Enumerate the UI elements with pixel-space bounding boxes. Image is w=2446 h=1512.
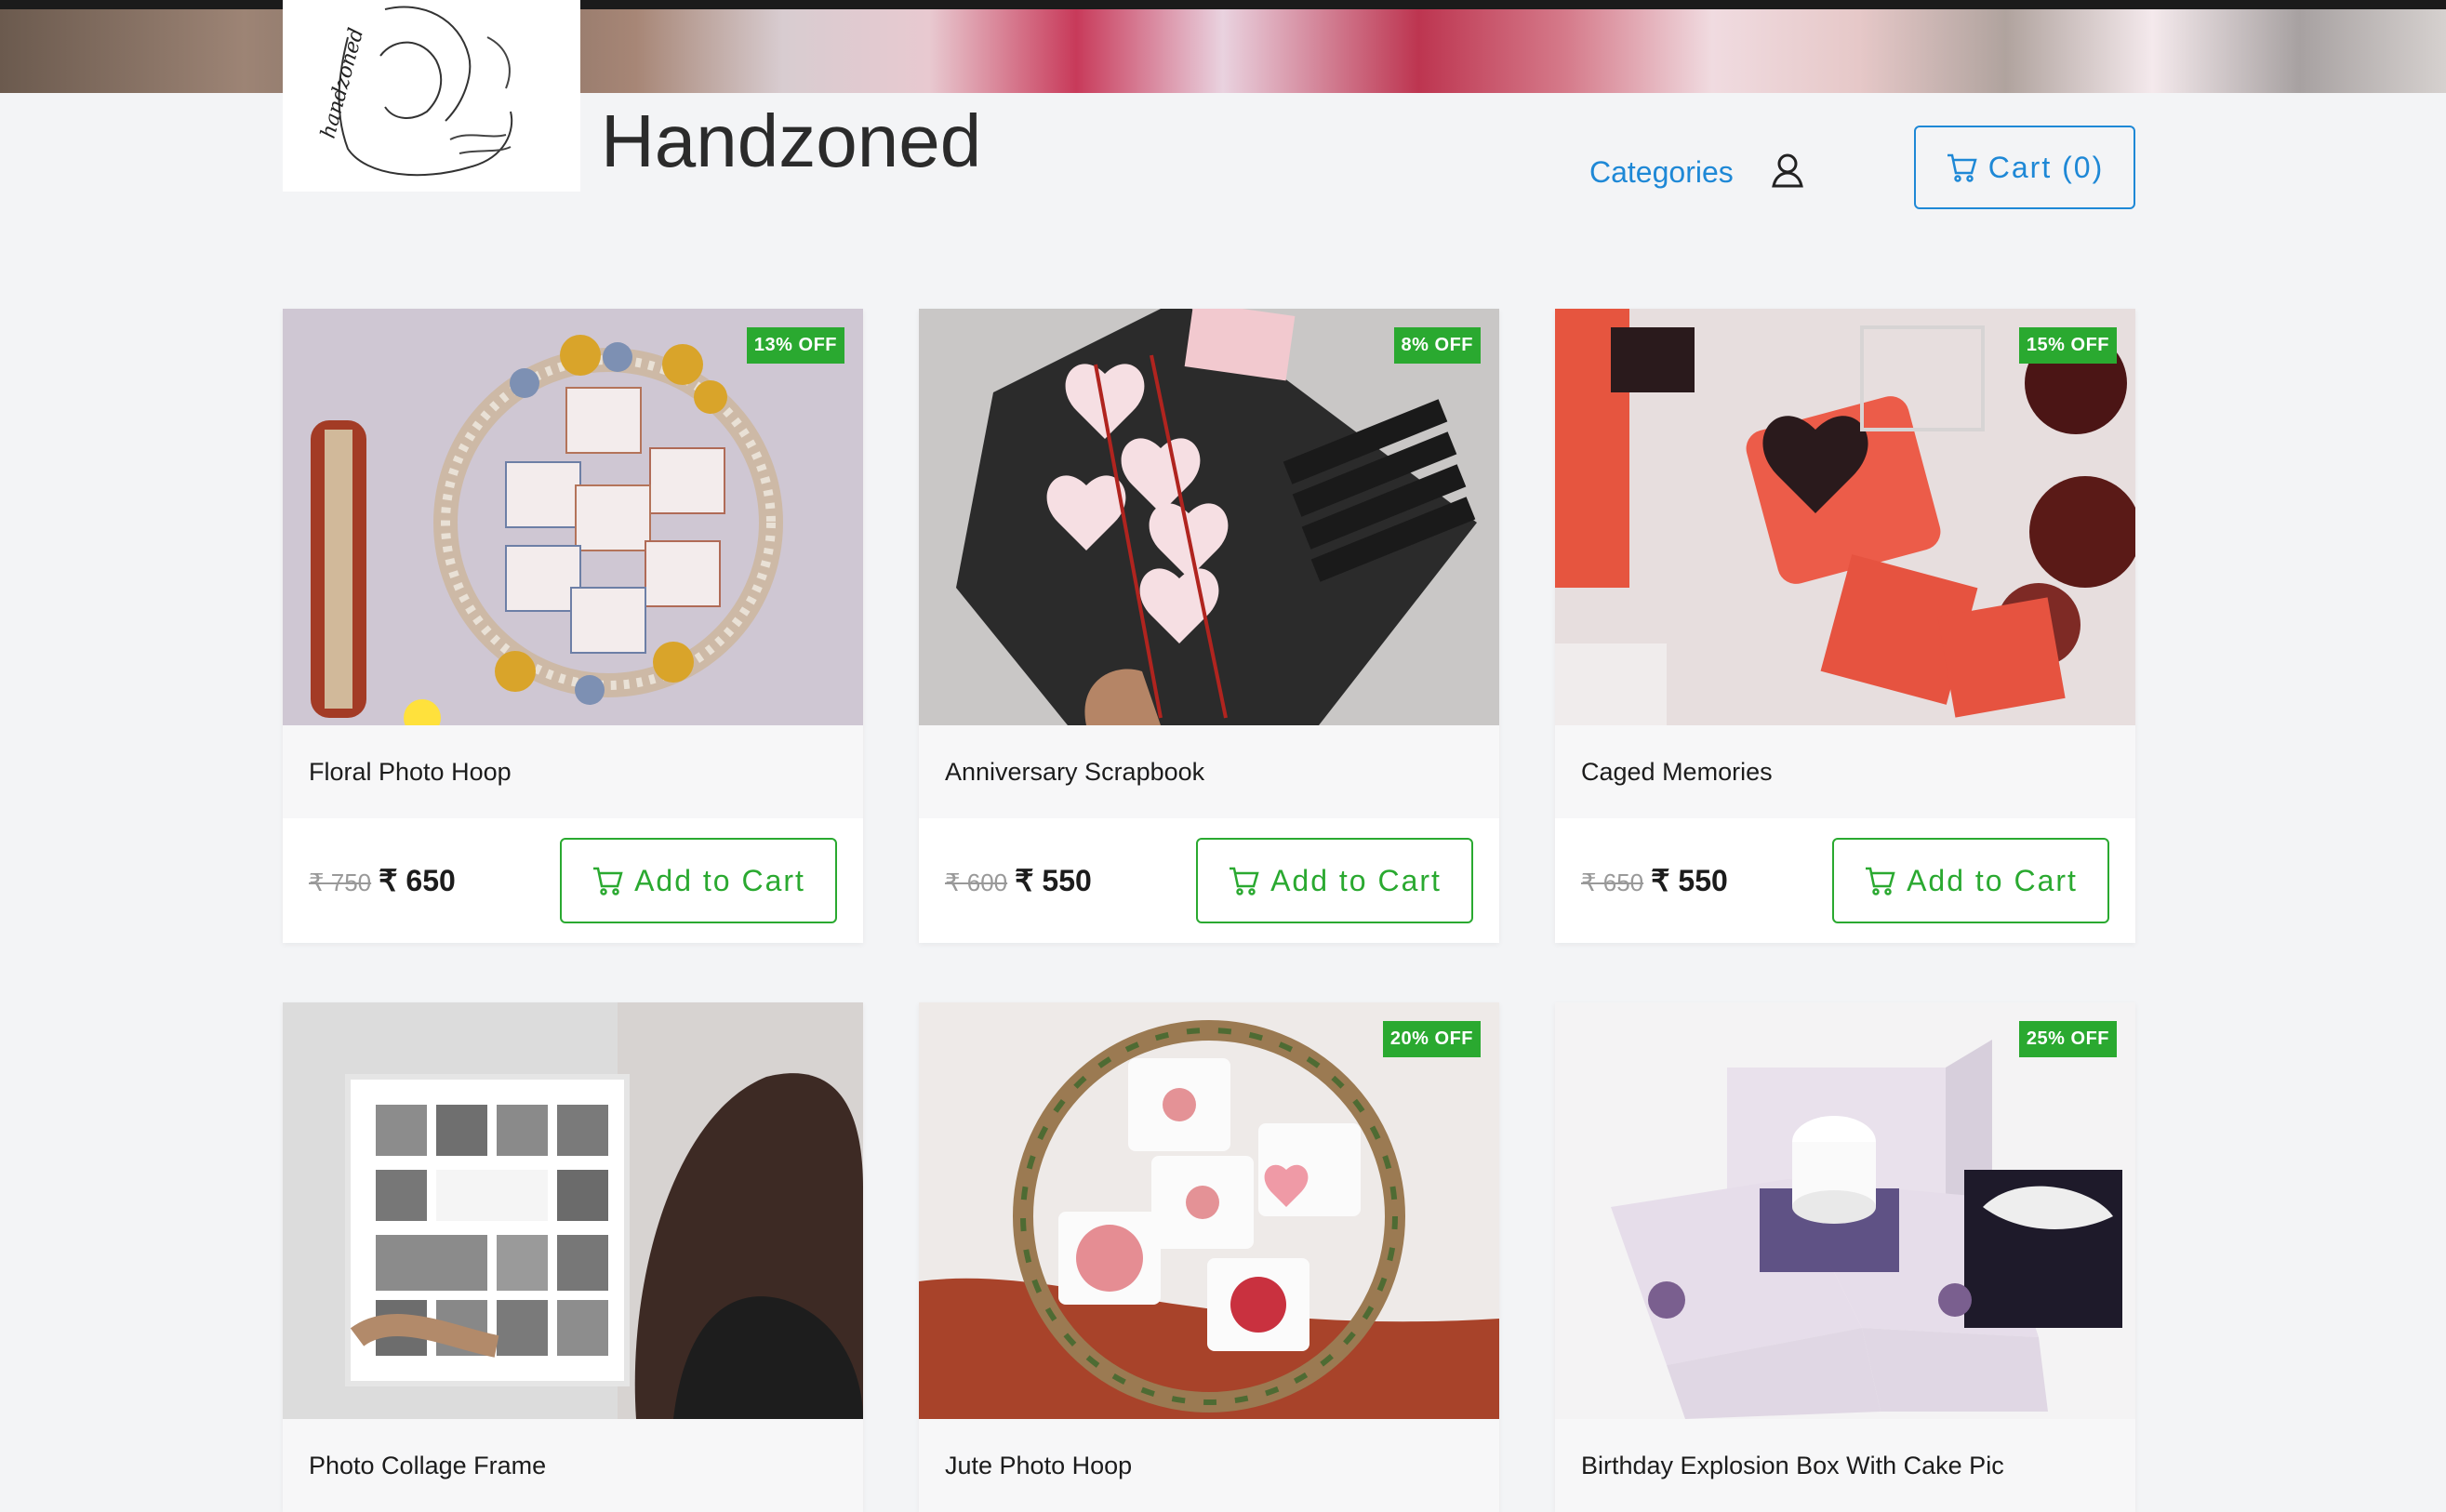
sale-price: ₹ 650 [379, 864, 456, 897]
add-to-cart-label: Add to Cart [1907, 863, 2078, 897]
product-card: 25% OFF Birthday Explosion Box With Cake… [1555, 1002, 2135, 1512]
discount-badge: 8% OFF [1393, 327, 1481, 364]
cart-icon [1866, 867, 1895, 895]
cart-button[interactable]: Cart (0) [1914, 126, 2135, 209]
product-name[interactable]: Floral Photo Hoop [283, 725, 863, 818]
user-account-icon[interactable] [1771, 153, 1804, 188]
cart-icon [1230, 867, 1259, 895]
price-block: ₹ 600 ₹ 550 [945, 863, 1092, 898]
product-card: Photo Collage Frame [283, 1002, 863, 1512]
site-logo[interactable]: handzoned [283, 0, 580, 192]
product-image[interactable]: 25% OFF [1555, 1002, 2135, 1419]
product-image[interactable]: 20% OFF [919, 1002, 1499, 1419]
price-block: ₹ 750 ₹ 650 [309, 863, 456, 898]
sale-price: ₹ 550 [1651, 864, 1728, 897]
add-to-cart-label: Add to Cart [634, 863, 805, 897]
product-card: 20% OFF Jute Photo Hoop [919, 1002, 1499, 1512]
product-image[interactable] [283, 1002, 863, 1419]
discount-badge: 15% OFF [2018, 327, 2117, 364]
price-block: ₹ 650 ₹ 550 [1581, 863, 1728, 898]
price-row: ₹ 600 ₹ 550 Add to Cart [919, 818, 1499, 943]
product-image[interactable]: 8% OFF [919, 309, 1499, 725]
sale-price: ₹ 550 [1015, 864, 1092, 897]
product-name[interactable]: Caged Memories [1555, 725, 2135, 818]
site-title[interactable]: Handzoned [601, 104, 981, 179]
discount-badge: 20% OFF [1382, 1021, 1481, 1057]
original-price: ₹ 750 [309, 869, 372, 896]
product-image[interactable]: 13% OFF [283, 309, 863, 725]
add-to-cart-button[interactable]: Add to Cart [1832, 838, 2109, 923]
product-card: 15% OFF Caged Memories ₹ 650 ₹ 550 Add to… [1555, 309, 2135, 943]
original-price: ₹ 650 [1581, 869, 1644, 896]
logo-illustration: handzoned [317, 6, 513, 177]
product-name[interactable]: Jute Photo Hoop [919, 1419, 1499, 1512]
svg-text:handzoned: handzoned [317, 26, 369, 141]
discount-badge: 25% OFF [2018, 1021, 2117, 1057]
nav-categories-link[interactable]: Categories [1589, 155, 1734, 190]
original-price: ₹ 600 [945, 869, 1008, 896]
discount-badge: 13% OFF [746, 327, 844, 364]
product-name[interactable]: Anniversary Scrapbook [919, 725, 1499, 818]
cart-label: Cart (0) [1987, 150, 2105, 184]
product-card: 13% OFF Floral Photo Hoop ₹ 750 ₹ 650 Add… [283, 309, 863, 943]
product-name[interactable]: Birthday Explosion Box With Cake Pic [1555, 1419, 2135, 1512]
cart-icon [593, 867, 623, 895]
add-to-cart-button[interactable]: Add to Cart [560, 838, 837, 923]
price-row: ₹ 750 ₹ 650 Add to Cart [283, 818, 863, 943]
add-to-cart-button[interactable]: Add to Cart [1196, 838, 1473, 923]
cart-icon [1947, 153, 1977, 182]
product-name[interactable]: Photo Collage Frame [283, 1419, 863, 1512]
product-image[interactable]: 15% OFF [1555, 309, 2135, 725]
price-row: ₹ 650 ₹ 550 Add to Cart [1555, 818, 2135, 943]
product-card: 8% OFF Anniversary Scrapbook ₹ 600 ₹ 550 … [919, 309, 1499, 943]
add-to-cart-label: Add to Cart [1270, 863, 1442, 897]
